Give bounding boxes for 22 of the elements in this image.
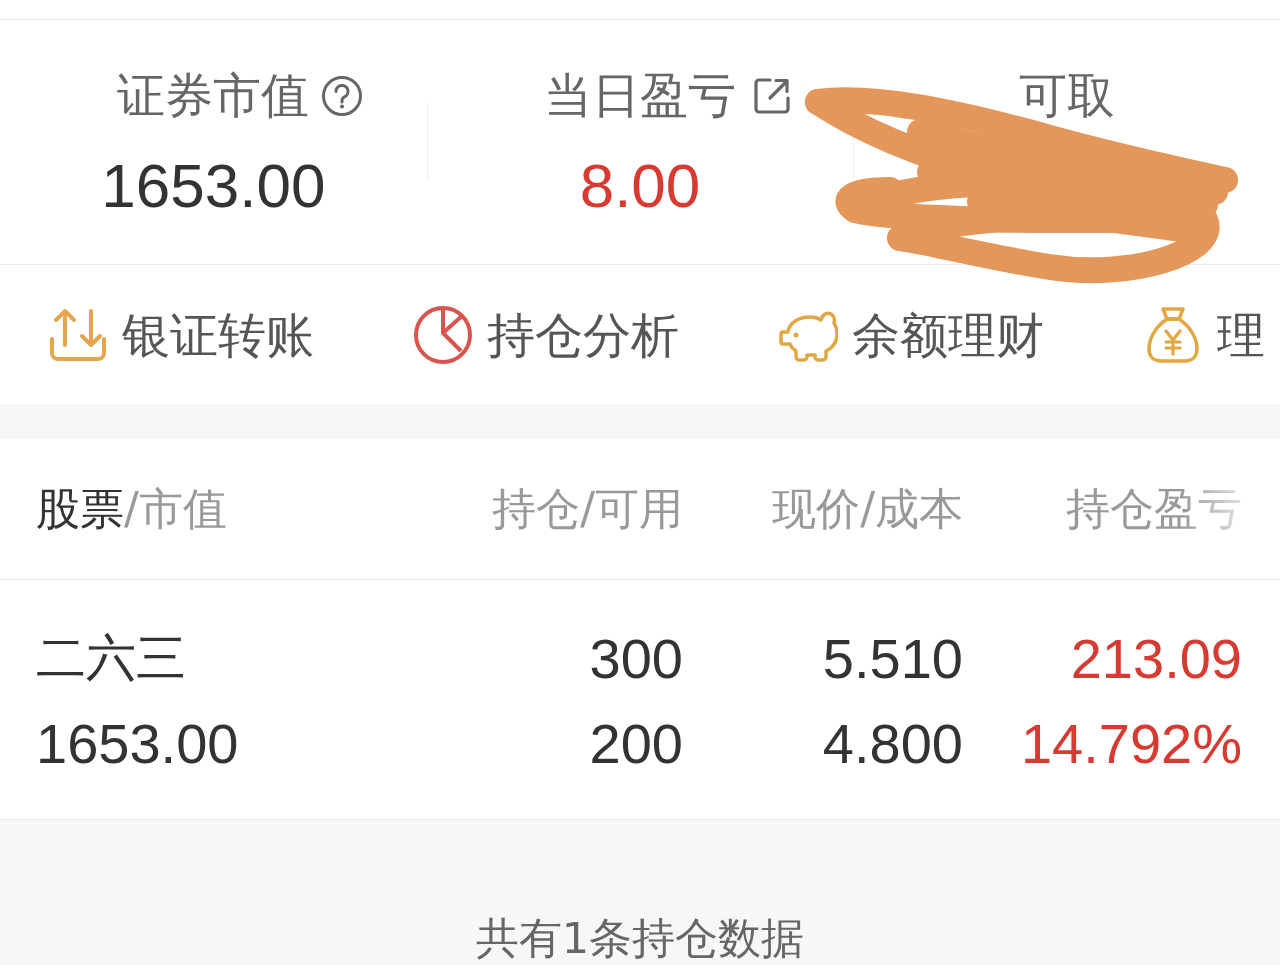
stat-label: 证券市值 bbox=[117, 67, 310, 123]
stat-value: 8.00 bbox=[579, 150, 701, 222]
footer-note: 共有1条持仓数据 bbox=[475, 913, 805, 963]
help-icon[interactable] bbox=[321, 75, 364, 117]
column-header[interactable]: 股票/市值 bbox=[36, 481, 227, 537]
table-cell-text: 1653.00 bbox=[36, 711, 239, 777]
table-cell-text: 5.510 bbox=[822, 626, 963, 692]
shortcut-button[interactable]: 持仓分析 bbox=[413, 304, 679, 365]
table-cell-text: 4.800 bbox=[822, 711, 963, 777]
table-cell-text: 200 bbox=[589, 711, 683, 777]
table-cell-text: 300 bbox=[589, 626, 683, 692]
pie-chart-icon bbox=[413, 304, 473, 365]
stat-label: 当日盈亏 bbox=[544, 67, 736, 123]
shortcut-button[interactable]: 理 bbox=[1143, 304, 1265, 365]
shortcut-button[interactable]: 余额理财 bbox=[778, 304, 1044, 365]
stat-label: 可取 bbox=[1018, 67, 1115, 123]
stock-name: 二六三 bbox=[36, 628, 186, 689]
stat-value: 1653.00 bbox=[101, 150, 326, 222]
table-cell-text: 213.09 bbox=[1070, 626, 1242, 692]
table-cell-text: 14.792% bbox=[1020, 711, 1242, 777]
shortcut-button[interactable]: 银证转账 bbox=[48, 304, 314, 365]
external-link-icon[interactable] bbox=[753, 77, 791, 115]
